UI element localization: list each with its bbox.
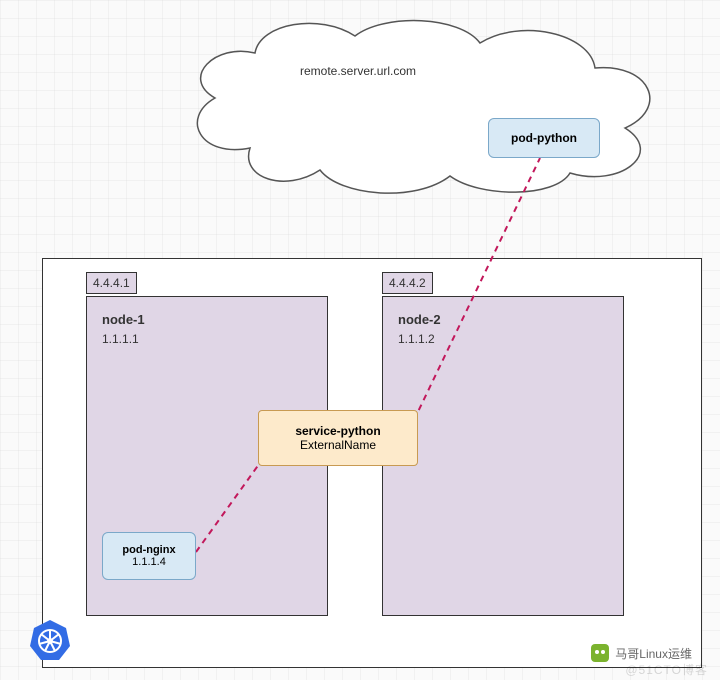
wechat-text: 马哥Linux运维 — [615, 645, 692, 662]
cloud-shape — [160, 8, 680, 198]
node1-title: node-1 — [102, 312, 145, 327]
watermark: @51CTO博客 — [625, 661, 708, 678]
service-type: ExternalName — [259, 438, 417, 452]
node2-ip: 1.1.1.2 — [398, 332, 435, 346]
pod-nginx-box: pod-nginx 1.1.1.4 — [102, 532, 196, 580]
pod-python-label: pod-python — [511, 131, 577, 145]
cloud-label: remote.server.url.com — [300, 64, 416, 78]
kubernetes-logo-icon — [28, 618, 72, 662]
node1-ip: 1.1.1.1 — [102, 332, 139, 346]
wechat-icon — [591, 644, 609, 662]
node2-external-ip: 4.4.4.2 — [382, 272, 433, 294]
wechat-badge: 马哥Linux运维 — [591, 644, 692, 662]
pod-nginx-name: pod-nginx — [103, 544, 195, 556]
service-box: service-python ExternalName — [258, 410, 418, 466]
node1-external-ip: 4.4.4.1 — [86, 272, 137, 294]
node2-title: node-2 — [398, 312, 441, 327]
service-name: service-python — [259, 424, 417, 438]
pod-nginx-ip: 1.1.1.4 — [103, 556, 195, 568]
pod-python-box: pod-python — [488, 118, 600, 158]
